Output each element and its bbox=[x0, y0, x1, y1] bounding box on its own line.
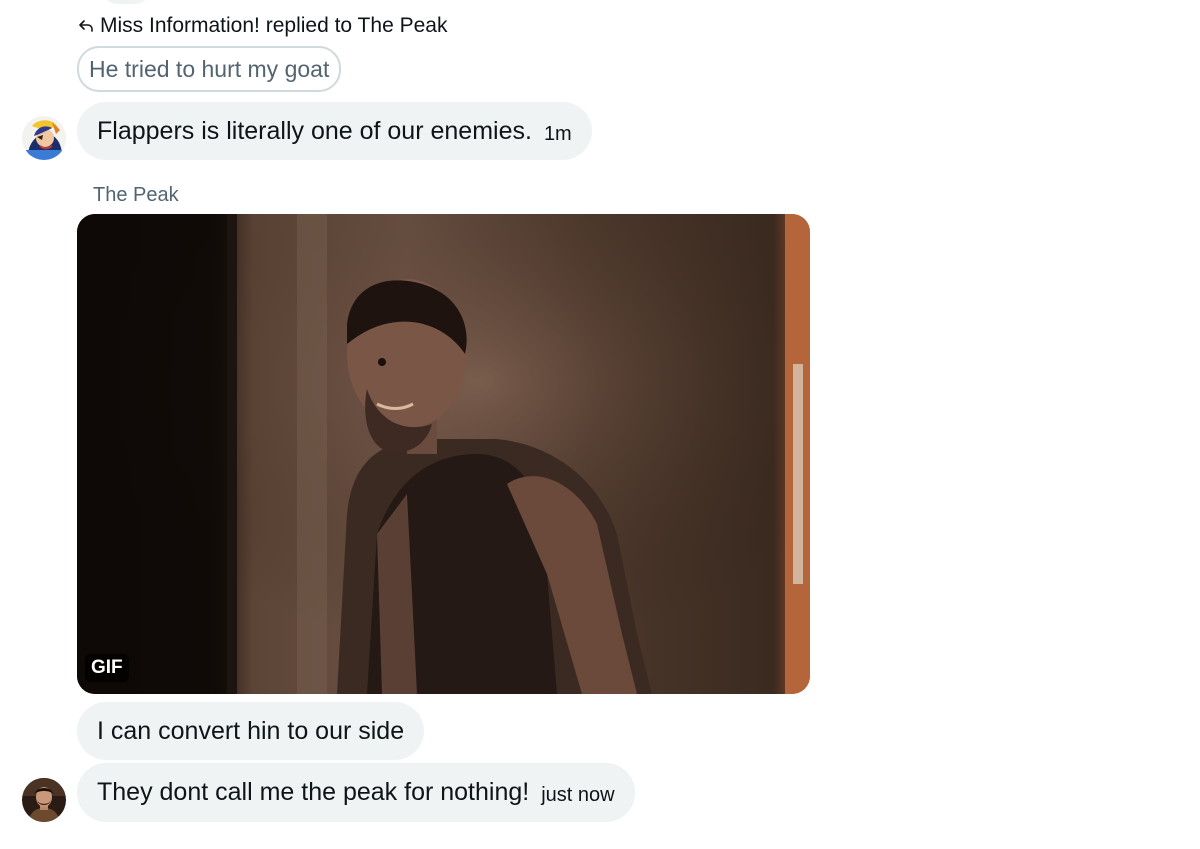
reply-context: Miss Information! replied to The Peak bbox=[78, 14, 447, 38]
sender-name: The Peak bbox=[93, 184, 179, 206]
avatar-image-miss-information bbox=[22, 116, 66, 160]
previous-message-bubble bbox=[100, 0, 152, 4]
quoted-message[interactable]: He tried to hurt my goat bbox=[77, 46, 342, 92]
message-text: They dont call me the peak for nothing! bbox=[97, 778, 530, 806]
message-timestamp: 1m bbox=[543, 122, 572, 145]
gif-badge: GIF bbox=[85, 654, 129, 682]
message-text: Flappers is literally one of our enemies… bbox=[97, 116, 532, 145]
gif-media[interactable]: GIF bbox=[77, 214, 810, 694]
avatar[interactable] bbox=[22, 116, 66, 160]
avatar[interactable] bbox=[22, 778, 66, 822]
message-bubble[interactable]: Flappers is literally one of our enemies… bbox=[77, 102, 592, 160]
message-bubble[interactable]: I can convert hin to our side bbox=[77, 702, 425, 760]
avatar-image-the-peak bbox=[22, 778, 66, 822]
reply-arrow-icon bbox=[79, 20, 93, 32]
message-bubble[interactable]: They dont call me the peak for nothing! … bbox=[77, 763, 635, 822]
reply-context-text: Miss Information! replied to The Peak bbox=[100, 14, 448, 37]
message-text: I can convert hin to our side bbox=[97, 716, 405, 745]
message-timestamp: just now bbox=[541, 784, 615, 806]
gif-frame-image bbox=[77, 214, 810, 694]
dm-conversation: Miss Information! replied to The Peak He… bbox=[0, 0, 1200, 849]
